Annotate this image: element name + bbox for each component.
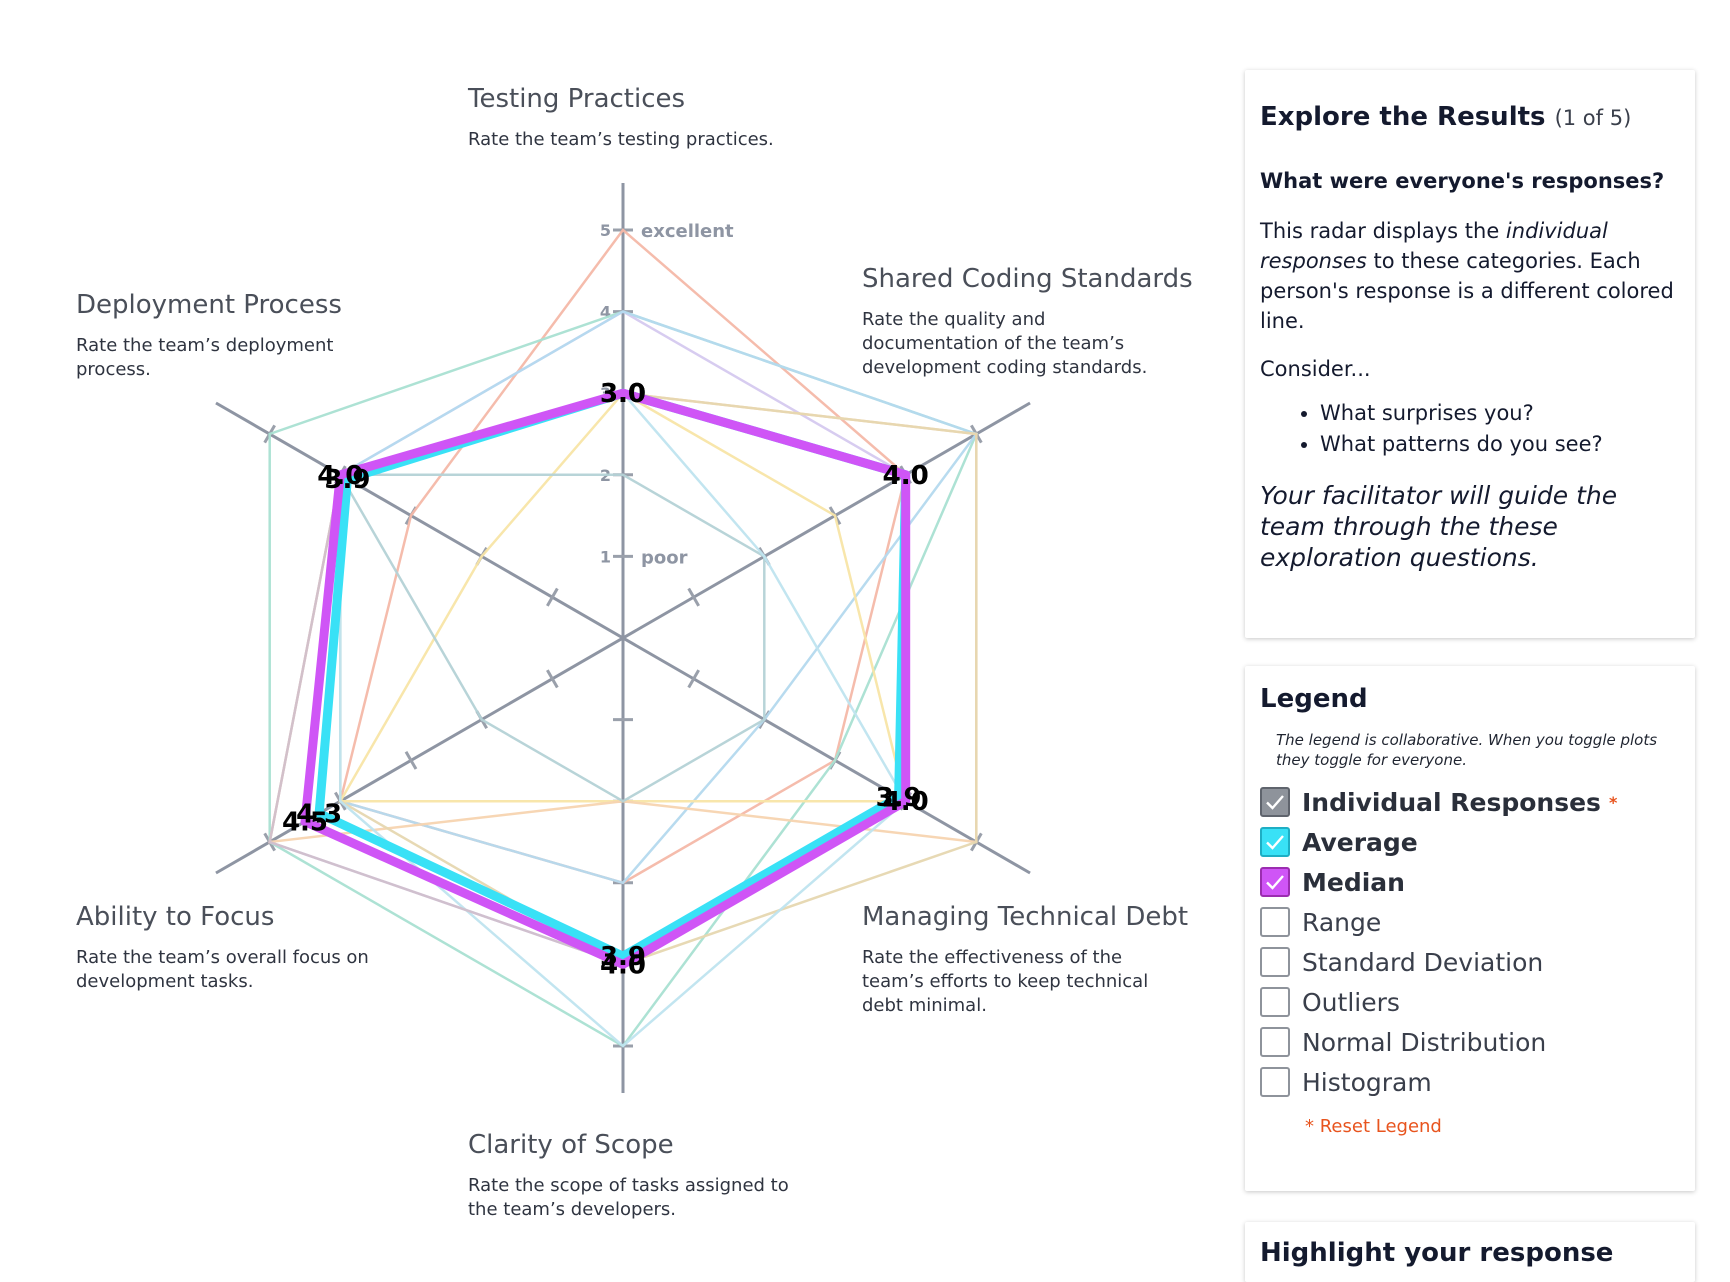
explore-results-card: Explore the Results (1 of 5) What were e… bbox=[1245, 70, 1695, 638]
legend-checkbox[interactable] bbox=[1260, 827, 1290, 857]
individual-response-line bbox=[338, 473, 766, 803]
legend-checkbox[interactable] bbox=[1260, 947, 1290, 977]
category-label-technical-debt: Managing Technical Debt Rate the effecti… bbox=[862, 902, 1189, 1018]
question-list: What surprises you? What patterns do you… bbox=[1260, 398, 1680, 460]
legend-title: Legend bbox=[1260, 684, 1368, 714]
legend-checkbox[interactable] bbox=[1260, 907, 1290, 937]
legend-label: Range bbox=[1302, 907, 1382, 937]
legend-label: Histogram bbox=[1302, 1067, 1432, 1097]
explore-question: What were everyone's responses? bbox=[1260, 169, 1665, 193]
list-item: What patterns do you see? bbox=[1320, 429, 1680, 460]
median-value-label: 4.0 bbox=[600, 950, 646, 980]
median-value-label: 4.0 bbox=[883, 461, 929, 491]
legend-checkbox[interactable] bbox=[1260, 1027, 1290, 1057]
category-title: Deployment Process bbox=[76, 290, 342, 320]
axis-tick bbox=[404, 750, 418, 770]
legend-label: Individual Responses bbox=[1302, 787, 1601, 817]
radar-chart-area: 1 poor 2 3 4 5 excellent 3.0 4.0 3.9 3.9 4.3 3.9 3.0 4… bbox=[0, 0, 1230, 1264]
category-description: Rate the effectiveness of the team’s eff… bbox=[862, 947, 1149, 1016]
tick-word-label: excellent bbox=[641, 221, 734, 242]
reset-legend-link[interactable]: * Reset Legend bbox=[1305, 1116, 1680, 1137]
median-value-label: 4.5 bbox=[282, 808, 328, 838]
median-value-label: 3.0 bbox=[600, 379, 646, 409]
step-counter: (1 of 5) bbox=[1554, 106, 1632, 130]
category-label-coding-standards: Shared Coding Standards Rate the quality… bbox=[862, 264, 1193, 380]
tick-word-label: poor bbox=[641, 547, 688, 568]
legend-item-individual-responses[interactable]: Individual Responses * bbox=[1260, 782, 1680, 822]
legend-item-normal-distribution[interactable]: Normal Distribution bbox=[1260, 1022, 1680, 1062]
legend-item-standard-deviation[interactable]: Standard Deviation bbox=[1260, 942, 1680, 982]
category-label-ability-to-focus: Ability to Focus Rate the team’s overall… bbox=[76, 902, 376, 994]
legend-label: Median bbox=[1302, 867, 1405, 897]
category-description: Rate the scope of tasks assigned to the … bbox=[468, 1175, 789, 1220]
category-label-clarity-of-scope: Clarity of Scope Rate the scope of tasks… bbox=[468, 1130, 798, 1222]
legend-checkbox[interactable] bbox=[1260, 1067, 1290, 1097]
category-title: Ability to Focus bbox=[76, 902, 275, 932]
axis-tick bbox=[546, 587, 559, 607]
category-description: Rate the team’s overall focus on develop… bbox=[76, 947, 369, 992]
axis-tick bbox=[546, 669, 559, 689]
radar-chart: 1 poor2345 excellent3.04.03.93.94.33.93.04… bbox=[215, 183, 1031, 1093]
legend-label: Average bbox=[1302, 827, 1418, 857]
median-value-label: 4.0 bbox=[317, 461, 363, 491]
consider-text: Consider... bbox=[1260, 357, 1371, 381]
category-label-testing: Testing Practices Rate the team’s testin… bbox=[468, 84, 798, 152]
legend-item-outliers[interactable]: Outliers bbox=[1260, 982, 1680, 1022]
category-title: Shared Coding Standards bbox=[862, 264, 1193, 294]
axis-tick bbox=[687, 669, 700, 689]
tick-value-label: 5 bbox=[600, 221, 611, 240]
list-item: What surprises you? bbox=[1320, 398, 1680, 429]
category-title: Managing Technical Debt bbox=[862, 902, 1189, 932]
facilitator-note: Your facilitator will guide the team thr… bbox=[1260, 481, 1618, 572]
legend-label: Outliers bbox=[1302, 987, 1400, 1017]
category-description: Rate the quality and documentation of th… bbox=[862, 309, 1148, 378]
category-description: Rate the team’s testing practices. bbox=[468, 129, 774, 150]
asterisk-marker: * bbox=[1608, 792, 1618, 812]
legend-item-average[interactable]: Average bbox=[1260, 822, 1680, 862]
tick-value-label: 1 bbox=[600, 547, 611, 566]
legend-note: The legend is collaborative. When you to… bbox=[1276, 731, 1658, 769]
legend-card: Legend The legend is collaborative. When… bbox=[1245, 666, 1695, 1191]
explore-title: Explore the Results (1 of 5) bbox=[1260, 102, 1632, 132]
legend-label: Standard Deviation bbox=[1302, 947, 1544, 977]
category-description: Rate the team’s deployment process. bbox=[76, 335, 334, 380]
category-label-deployment: Deployment Process Rate the team’s deplo… bbox=[76, 290, 366, 382]
check-icon bbox=[1266, 835, 1284, 850]
check-icon bbox=[1266, 795, 1284, 810]
axis-tick bbox=[687, 587, 700, 607]
explore-description: This radar displays the individual respo… bbox=[1260, 219, 1674, 333]
check-icon bbox=[1266, 875, 1284, 890]
legend-checkbox[interactable] bbox=[1260, 987, 1290, 1017]
legend-list: Individual Responses * Average Median Range S… bbox=[1260, 782, 1680, 1102]
highlight-card: Highlight your response bbox=[1245, 1222, 1695, 1282]
legend-item-median[interactable]: Median bbox=[1260, 862, 1680, 902]
legend-item-range[interactable]: Range bbox=[1260, 902, 1680, 942]
category-title: Testing Practices bbox=[468, 84, 686, 114]
legend-item-histogram[interactable]: Histogram bbox=[1260, 1062, 1680, 1102]
category-title: Clarity of Scope bbox=[468, 1130, 674, 1160]
legend-checkbox[interactable] bbox=[1260, 867, 1290, 897]
legend-label: Normal Distribution bbox=[1302, 1027, 1547, 1057]
median-value-label: 4.0 bbox=[883, 787, 929, 817]
legend-checkbox[interactable] bbox=[1260, 787, 1290, 817]
